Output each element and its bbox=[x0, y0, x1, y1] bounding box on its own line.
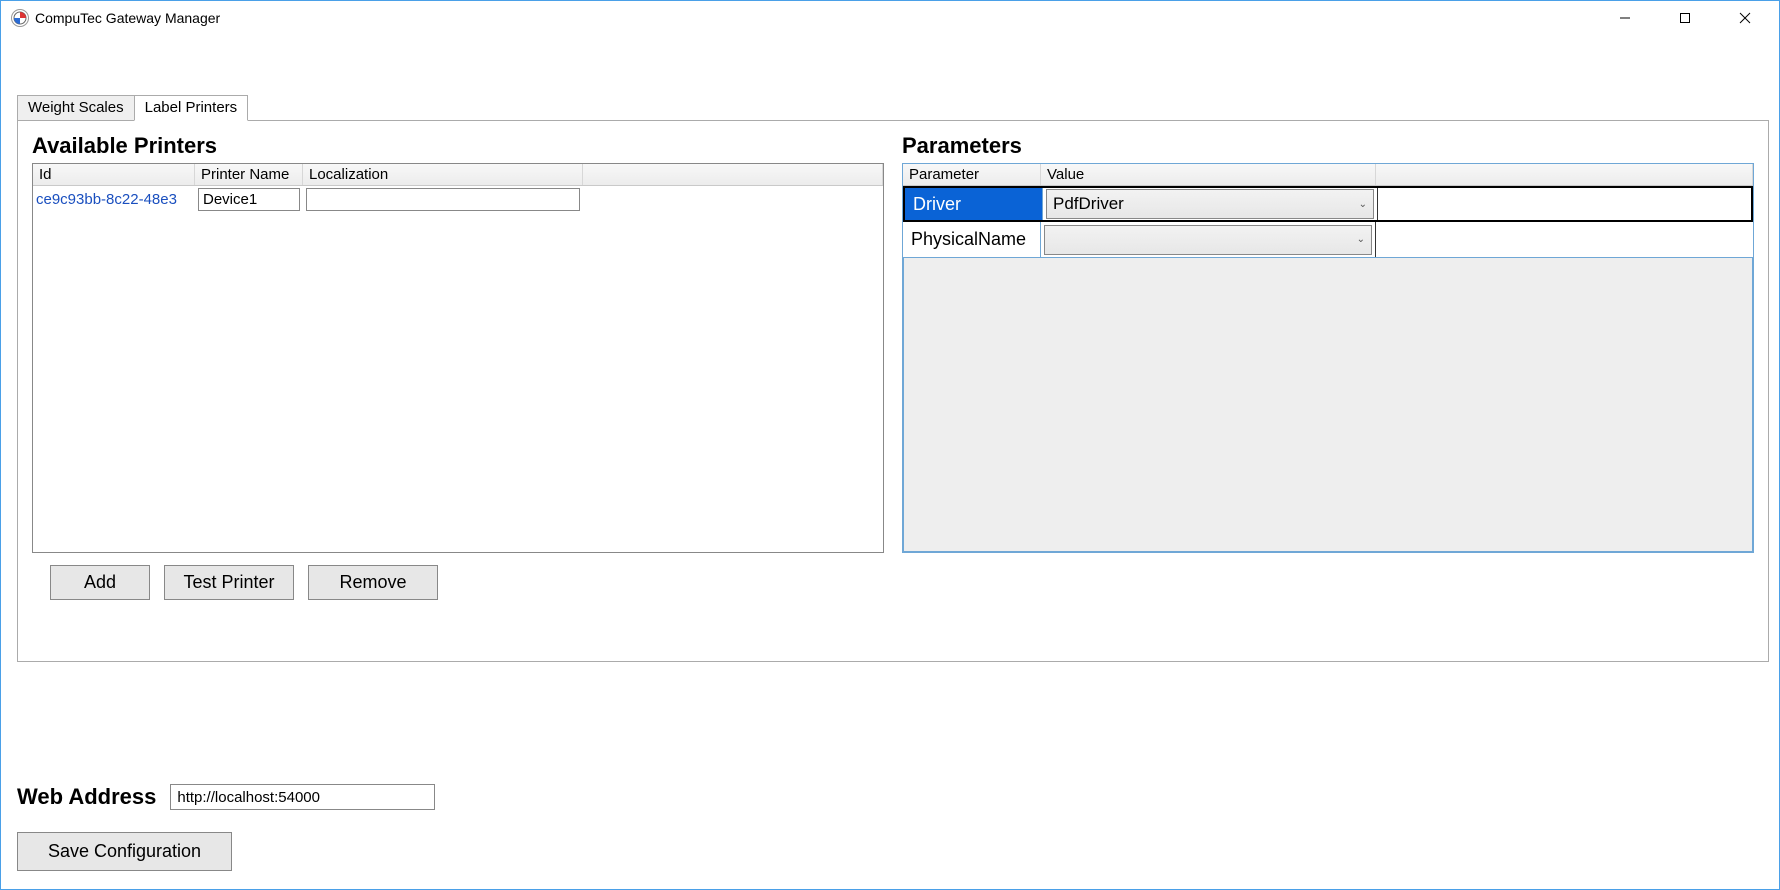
param-label-driver: Driver bbox=[905, 188, 1043, 220]
col-id[interactable]: Id bbox=[33, 164, 195, 185]
app-window: CompuTec Gateway Manager Weight Scales L… bbox=[0, 0, 1780, 890]
tab-weight-scales[interactable]: Weight Scales bbox=[17, 95, 135, 121]
printer-buttons: Add Test Printer Remove bbox=[50, 565, 1754, 600]
col-spacer bbox=[583, 164, 883, 185]
available-printers-title: Available Printers bbox=[32, 133, 884, 159]
param-label-physicalname: PhysicalName bbox=[903, 222, 1041, 257]
minimize-button[interactable] bbox=[1595, 1, 1655, 35]
printer-name-input[interactable] bbox=[198, 188, 300, 211]
printer-id[interactable]: ce9c93bb-8c22-48e3 bbox=[36, 191, 177, 208]
close-button[interactable] bbox=[1715, 1, 1775, 35]
tab-strip: Weight Scales Label Printers bbox=[17, 95, 1769, 121]
tab-panel: Available Printers Id Printer Name Local… bbox=[17, 120, 1769, 662]
parameters-title: Parameters bbox=[902, 133, 1754, 159]
app-icon bbox=[11, 9, 29, 27]
col-value[interactable]: Value bbox=[1041, 164, 1376, 185]
maximize-button[interactable] bbox=[1655, 1, 1715, 35]
test-printer-button[interactable]: Test Printer bbox=[164, 565, 294, 600]
driver-value: PdfDriver bbox=[1053, 194, 1124, 214]
printers-grid-header: Id Printer Name Localization bbox=[33, 164, 883, 186]
window-title: CompuTec Gateway Manager bbox=[35, 10, 1595, 26]
save-configuration-button[interactable]: Save Configuration bbox=[17, 832, 232, 871]
web-address-input[interactable] bbox=[170, 784, 435, 810]
window-controls bbox=[1595, 1, 1775, 35]
parameters-grid-header: Parameter Value bbox=[903, 164, 1753, 186]
printer-localization-input[interactable] bbox=[306, 188, 580, 211]
title-bar: CompuTec Gateway Manager bbox=[1, 1, 1779, 35]
col-parameter[interactable]: Parameter bbox=[903, 164, 1041, 185]
physicalname-dropdown[interactable]: ⌄ bbox=[1044, 225, 1372, 255]
web-address-label: Web Address bbox=[17, 784, 156, 810]
parameters-empty-area bbox=[903, 258, 1753, 552]
add-button[interactable]: Add bbox=[50, 565, 150, 600]
param-row-physicalname[interactable]: PhysicalName ⌄ bbox=[903, 222, 1753, 258]
param-row-driver[interactable]: Driver PdfDriver ⌄ bbox=[903, 186, 1753, 222]
col-printer-name[interactable]: Printer Name bbox=[195, 164, 303, 185]
driver-dropdown[interactable]: PdfDriver ⌄ bbox=[1046, 189, 1374, 219]
printers-grid: Id Printer Name Localization ce9c93bb-8c… bbox=[32, 163, 884, 553]
printer-row[interactable]: ce9c93bb-8c22-48e3 bbox=[33, 186, 883, 213]
remove-button[interactable]: Remove bbox=[308, 565, 438, 600]
col-spacer-right bbox=[1376, 164, 1753, 185]
col-localization[interactable]: Localization bbox=[303, 164, 583, 185]
chevron-down-icon: ⌄ bbox=[1357, 234, 1365, 245]
chevron-down-icon: ⌄ bbox=[1359, 199, 1367, 210]
tab-label-printers[interactable]: Label Printers bbox=[134, 95, 249, 121]
